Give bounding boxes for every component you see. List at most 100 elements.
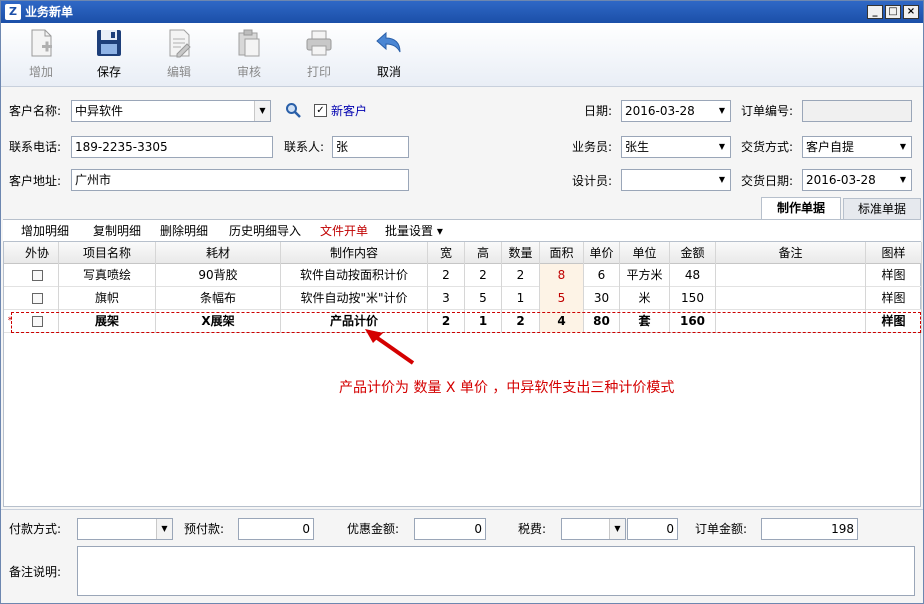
chevron-down-icon[interactable]: ▼ — [714, 101, 730, 121]
cell-quantity[interactable]: 2 — [502, 264, 540, 287]
delivery-method-select[interactable]: 客户自提 ▼ — [802, 136, 912, 158]
table-row[interactable]: 旗帜 条幅布 软件自动按"米"计价 3 5 1 5 30 米 150 样图 — [4, 287, 922, 310]
cell-content[interactable]: 软件自动按"米"计价 — [281, 287, 428, 310]
print-button[interactable]: 打印 — [291, 27, 347, 83]
date-picker[interactable]: 2016-03-28 ▼ — [621, 100, 731, 122]
undo-arrow-icon — [376, 31, 401, 53]
tab-production-order[interactable]: 制作单据 — [761, 197, 841, 220]
cell-unit-price[interactable]: 6 — [584, 264, 620, 287]
cell-item-name[interactable]: 写真喷绘 — [59, 264, 156, 287]
copy-detail-button[interactable]: 复制明细 — [93, 224, 141, 238]
cell-sample[interactable]: 样图 — [866, 287, 922, 310]
save-button[interactable]: 保存 — [81, 27, 137, 83]
printer-icon — [306, 30, 332, 56]
column-header-area[interactable]: 面积 — [540, 242, 584, 264]
column-header-material[interactable]: 耗材 — [156, 242, 281, 264]
cell-area[interactable]: 5 — [540, 287, 584, 310]
file-order-button[interactable]: 文件开单 — [320, 224, 368, 238]
outsource-checkbox[interactable] — [31, 293, 43, 304]
cell-note[interactable] — [716, 287, 866, 310]
audit-button[interactable]: 审核 — [221, 27, 277, 83]
cell-amount[interactable]: 150 — [670, 287, 716, 310]
batch-settings-menu[interactable]: 批量设置 ▾ — [385, 224, 443, 238]
cell-item-name[interactable]: 旗帜 — [59, 287, 156, 310]
chevron-down-icon[interactable]: ▼ — [714, 137, 730, 157]
memo-textarea[interactable] — [77, 546, 915, 596]
chevron-down-icon[interactable]: ▼ — [254, 101, 270, 121]
cell-material[interactable]: 90背胶 — [156, 264, 281, 287]
cell-material[interactable]: 条幅布 — [156, 287, 281, 310]
designer-label: 设计员: — [572, 174, 613, 188]
column-header-unit[interactable]: 单位 — [620, 242, 670, 264]
chevron-down-icon[interactable]: ▼ — [895, 137, 911, 157]
search-icon[interactable] — [285, 102, 301, 118]
current-row-highlight — [11, 312, 921, 333]
cell-outsource[interactable] — [16, 264, 59, 287]
payment-method-select[interactable]: ▼ — [77, 518, 173, 540]
contact-field[interactable]: 张 — [332, 136, 409, 158]
cell-outsource[interactable] — [16, 287, 59, 310]
cell-width[interactable]: 2 — [428, 264, 465, 287]
cell-area[interactable]: 8 — [540, 264, 584, 287]
cell-unit[interactable]: 米 — [620, 287, 670, 310]
add-button[interactable]: 增加 — [13, 27, 69, 83]
order-no-label: 订单编号: — [741, 104, 794, 118]
cell-quantity[interactable]: 1 — [502, 287, 540, 310]
cancel-button[interactable]: 取消 — [361, 27, 417, 83]
cell-width[interactable]: 3 — [428, 287, 465, 310]
prepaid-field[interactable]: 0 — [238, 518, 314, 540]
add-button-label: 增加 — [28, 65, 53, 79]
cell-sample[interactable]: 样图 — [866, 264, 922, 287]
add-detail-button[interactable]: 增加明细 — [21, 224, 69, 238]
outsource-checkbox[interactable] — [31, 270, 43, 281]
grid-toolbar: 增加明细 复制明细 删除明细 历史明细导入 文件开单 批量设置 ▾ — [3, 219, 921, 241]
edit-button[interactable]: 编辑 — [151, 27, 207, 83]
column-header-outsource[interactable]: 外协 — [16, 242, 59, 264]
column-header-note[interactable]: 备注 — [716, 242, 866, 264]
app-logo-icon: Z — [5, 4, 21, 20]
column-header-quantity[interactable]: 数量 — [502, 242, 540, 264]
delivery-date-label: 交货日期: — [741, 174, 794, 188]
cell-height[interactable]: 2 — [465, 264, 502, 287]
cell-unit[interactable]: 平方米 — [620, 264, 670, 287]
designer-select[interactable]: ▼ — [621, 169, 731, 191]
cell-height[interactable]: 5 — [465, 287, 502, 310]
cell-content[interactable]: 软件自动按面积计价 — [281, 264, 428, 287]
discount-field[interactable]: 0 — [414, 518, 486, 540]
salesman-select[interactable]: 张生 ▼ — [621, 136, 731, 158]
order-no-field[interactable] — [802, 100, 912, 122]
cell-note[interactable] — [716, 264, 866, 287]
main-window: Z 业务新单 _ □ × 增加 保存 编辑 审核 打印 取消 客户名称: 中异软… — [0, 0, 924, 604]
delete-detail-button[interactable]: 删除明细 — [160, 224, 208, 238]
delivery-method-label: 交货方式: — [741, 140, 794, 154]
new-customer-checkbox[interactable]: ✓ — [314, 104, 327, 117]
tax-field[interactable]: 0 — [627, 518, 678, 540]
tax-type-select[interactable]: ▼ — [561, 518, 626, 540]
column-header-sample[interactable]: 图样 — [866, 242, 922, 264]
customer-label: 客户名称: — [9, 104, 62, 118]
cell-unit-price[interactable]: 30 — [584, 287, 620, 310]
column-header-item-name[interactable]: 项目名称 — [59, 242, 156, 264]
chevron-down-icon[interactable]: ▼ — [609, 519, 625, 539]
payment-method-label: 付款方式: — [9, 522, 62, 536]
close-button[interactable]: × — [903, 5, 919, 19]
column-header-height[interactable]: 高 — [465, 242, 502, 264]
chevron-down-icon[interactable]: ▼ — [714, 170, 730, 190]
chevron-down-icon[interactable]: ▼ — [895, 170, 911, 190]
chevron-down-icon[interactable]: ▼ — [156, 519, 172, 539]
minimize-button[interactable]: _ — [867, 5, 883, 19]
maximize-button[interactable]: □ — [885, 5, 901, 19]
address-field[interactable]: 广州市 — [71, 169, 409, 191]
table-row[interactable]: 写真喷绘 90背胶 软件自动按面积计价 2 2 2 8 6 平方米 48 样图 — [4, 264, 922, 287]
delivery-date-picker[interactable]: 2016-03-28 ▼ — [802, 169, 912, 191]
column-header-width[interactable]: 宽 — [428, 242, 465, 264]
column-header-unit-price[interactable]: 单价 — [584, 242, 620, 264]
tab-standard-order[interactable]: 标准单据 — [843, 198, 921, 220]
cell-amount[interactable]: 48 — [670, 264, 716, 287]
phone-field[interactable]: 189-2235-3305 — [71, 136, 273, 158]
history-import-button[interactable]: 历史明细导入 — [229, 224, 301, 238]
detail-grid: 外协 项目名称 耗材 制作内容宽高数量 面积 单价 单位 金额 备注 图样 写真喷绘 90背胶 软件自… — [3, 241, 922, 507]
column-header-content[interactable]: 制作内容 — [281, 242, 428, 264]
customer-select[interactable]: 中异软件 ▼ — [71, 100, 271, 122]
column-header-amount[interactable]: 金额 — [670, 242, 716, 264]
